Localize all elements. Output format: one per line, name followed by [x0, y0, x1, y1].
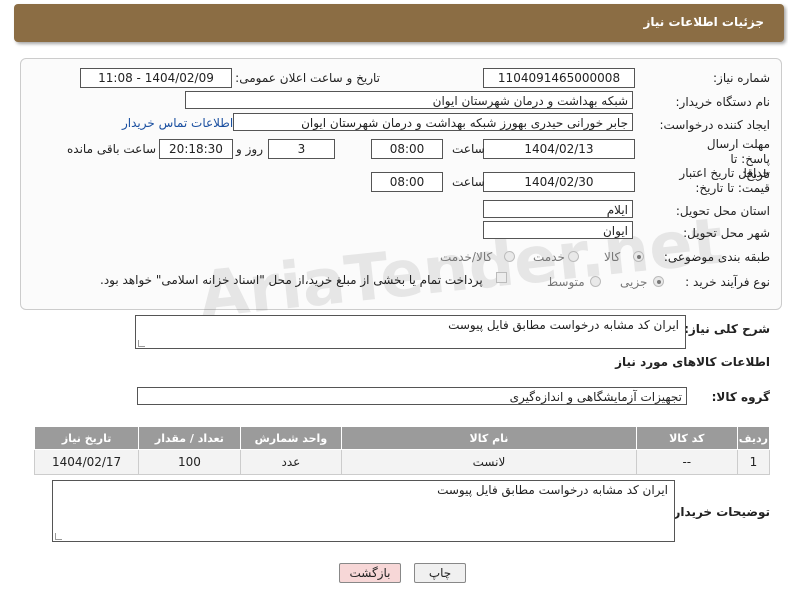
print-button[interactable]: چاپ [414, 563, 466, 583]
cell-unit: عدد [239, 449, 343, 475]
buyer-notes-textarea[interactable]: ایران کد مشابه درخواست مطابق فایل پیوست [52, 480, 675, 542]
validity-time-label: ساعت [452, 175, 485, 189]
days-label: روز و [236, 142, 263, 156]
remaining-label: ساعت باقی مانده [67, 142, 157, 156]
cell-need-date: 1404/02/17 [33, 449, 140, 475]
cell-item-code: -- [635, 449, 738, 475]
category-radio-goods-service[interactable] [504, 251, 515, 262]
creator-label: ایجاد کننده درخواست: [659, 118, 770, 132]
table-header-row: ردیف کد کالا نام کالا واحد شمارش تعداد /… [33, 426, 771, 450]
goods-table: ردیف کد کالا نام کالا واحد شمارش تعداد /… [33, 426, 771, 475]
buyer-org-field: شبکه بهداشت و درمان شهرستان ایوان [185, 91, 633, 109]
category-radio-goods[interactable] [633, 251, 644, 262]
buyer-contact-link[interactable]: اطلاعات تماس خریدار [122, 116, 233, 130]
category-option-goods-service: کالا/خدمت [440, 250, 493, 264]
process-label: نوع فرآیند خرید : [685, 275, 770, 289]
description-label: شرح کلی نیاز: [684, 322, 770, 336]
need-number-field: 1104091465000008 [483, 68, 635, 88]
col-row-number: ردیف [736, 426, 771, 450]
validity-label: حداقل تاریخ اعتبار قیمت: تا تاریخ: [679, 166, 770, 195]
process-option-medium: متوسط [547, 275, 585, 289]
city-label: شهر محل تحویل: [683, 226, 770, 240]
deadline-time-label: ساعت [452, 142, 485, 156]
col-item-code: کد کالا [635, 426, 738, 450]
category-option-service: خدمت [533, 250, 565, 264]
process-radio-medium[interactable] [590, 276, 601, 287]
validity-time-field: 08:00 [371, 172, 443, 192]
city-field: ایوان [483, 221, 633, 239]
description-text: ایران کد مشابه درخواست مطابق فایل پیوست [448, 318, 679, 332]
deadline-time-field: 08:00 [371, 139, 443, 159]
goods-group-label: گروه کالا: [711, 390, 770, 404]
col-item-name: نام کالا [341, 426, 637, 450]
announce-field: 1404/02/09 - 11:08 [80, 68, 232, 88]
col-quantity: تعداد / مقدار [138, 426, 241, 450]
page-title: جزئیات اطلاعات نیاز [643, 15, 764, 29]
deadline-date-field: 1404/02/13 [483, 139, 635, 159]
col-need-date: تاریخ نیاز [33, 426, 140, 450]
category-label: طبقه بندی موضوعی: [663, 250, 770, 264]
cell-row-number: 1 [736, 449, 771, 475]
process-option-minor: جزیی [620, 275, 648, 289]
creator-field: جابر خورانی حیدری بهورز شبکه بهداشت و در… [233, 113, 633, 131]
cell-item-name: لانست [341, 449, 637, 475]
description-textarea[interactable]: ایران کد مشابه درخواست مطابق فایل پیوست [135, 315, 686, 349]
treasury-payment-checkbox[interactable] [496, 272, 507, 283]
page-header: جزئیات اطلاعات نیاز [14, 4, 784, 42]
resize-grip-icon[interactable] [55, 533, 62, 540]
goods-section-title: اطلاعات کالاهای مورد نیاز [615, 355, 770, 369]
table-row: 1 -- لانست عدد 100 1404/02/17 [33, 449, 771, 475]
province-field: ایلام [483, 200, 633, 218]
col-unit: واحد شمارش [239, 426, 343, 450]
days-count-field: 3 [268, 139, 335, 159]
goods-group-field: تجهیزات آزمایشگاهی و اندازه‌گیری [137, 387, 687, 405]
announce-label: تاریخ و ساعت اعلان عمومی: [235, 71, 380, 85]
treasury-payment-note: پرداخت تمام یا بخشی از مبلغ خرید،از محل … [100, 273, 483, 287]
buyer-notes-label: توضیحات خریدار: [668, 505, 770, 519]
buyer-org-label: نام دستگاه خریدار: [675, 95, 771, 109]
validity-date-field: 1404/02/30 [483, 172, 635, 192]
category-radio-service[interactable] [568, 251, 579, 262]
process-radio-minor[interactable] [653, 276, 664, 287]
remaining-time-field: 20:18:30 [159, 139, 233, 159]
province-label: استان محل تحویل: [675, 204, 770, 218]
back-button[interactable]: بازگشت [339, 563, 401, 583]
need-number-label: شماره نیاز: [713, 71, 770, 85]
buyer-notes-text: ایران کد مشابه درخواست مطابق فایل پیوست [437, 483, 668, 497]
category-option-goods: کالا [604, 250, 621, 264]
resize-grip-icon[interactable] [138, 340, 145, 347]
cell-quantity: 100 [138, 449, 241, 475]
